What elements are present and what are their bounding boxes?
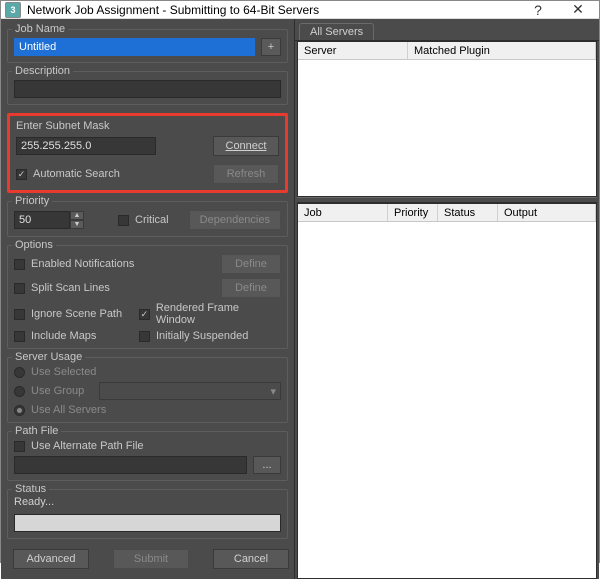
automatic-search-label: Automatic Search (33, 168, 120, 180)
cancel-button[interactable]: Cancel (213, 549, 289, 569)
jobname-add-button[interactable]: + (261, 38, 281, 56)
description-group: Description (7, 71, 288, 105)
servers-header: Server Matched Plugin (298, 42, 596, 60)
description-input[interactable] (14, 80, 281, 98)
jobname-label: Job Name (12, 23, 68, 35)
initially-suspended-label: Initially Suspended (156, 330, 248, 342)
priority-down-icon[interactable]: ▼ (70, 220, 84, 229)
subnet-input[interactable] (16, 137, 156, 155)
jobname-input[interactable] (14, 38, 255, 56)
use-all-label: Use All Servers (31, 404, 106, 416)
jobname-group: Job Name + (7, 29, 288, 63)
server-tabstrip: All Servers (295, 19, 599, 41)
help-button[interactable]: ? (527, 2, 549, 18)
col-priority[interactable]: Priority (388, 204, 438, 221)
enabled-notifications-label: Enabled Notifications (31, 258, 134, 270)
servers-list: Server Matched Plugin (297, 41, 597, 197)
jobs-list-body[interactable] (298, 222, 596, 578)
critical-checkbox[interactable] (118, 215, 129, 226)
col-server[interactable]: Server (298, 42, 408, 59)
enabled-notifications-checkbox[interactable] (14, 259, 25, 270)
path-file-input[interactable] (14, 456, 247, 474)
col-status[interactable]: Status (438, 204, 498, 221)
col-output[interactable]: Output (498, 204, 596, 221)
rendered-frame-checkbox[interactable]: ✓ (139, 309, 150, 320)
jobs-list: Job Priority Status Output (297, 203, 597, 579)
dialog-window: 3 Network Job Assignment - Submitting to… (0, 0, 600, 563)
priority-spinner[interactable]: ▲ ▼ (14, 211, 84, 229)
refresh-button[interactable]: Refresh (213, 164, 279, 184)
window-title: Network Job Assignment - Submitting to 6… (27, 3, 527, 17)
status-progress (14, 514, 281, 532)
server-usage-group: Server Usage Use Selected Use Group ▾ Us… (7, 357, 288, 423)
footer-buttons: Advanced Submit Cancel (7, 541, 288, 573)
include-maps-label: Include Maps (31, 330, 133, 342)
use-group-label: Use Group (31, 385, 93, 397)
options-group: Options Enabled Notifications Define Spl… (7, 245, 288, 349)
connect-button[interactable]: Connect (213, 136, 279, 156)
left-panel: Job Name + Description Enter Subnet Mask (1, 19, 295, 579)
critical-label: Critical (135, 214, 169, 226)
subnet-group-highlighted: Enter Subnet Mask Connect ✓ Automatic Se… (7, 113, 288, 193)
dependencies-button[interactable]: Dependencies (189, 210, 281, 230)
titlebar: 3 Network Job Assignment - Submitting to… (1, 1, 599, 19)
split-scan-label: Split Scan Lines (31, 282, 110, 294)
priority-input[interactable] (14, 211, 70, 229)
priority-group: Priority ▲ ▼ Critical Dependencies (7, 201, 288, 237)
close-button[interactable]: ✕ (567, 1, 589, 18)
path-file-label: Path File (12, 425, 61, 437)
use-alt-path-checkbox[interactable] (14, 441, 25, 452)
status-group: Status Ready... (7, 489, 288, 539)
options-label: Options (12, 239, 56, 251)
use-alt-path-label: Use Alternate Path File (31, 440, 144, 452)
initially-suspended-checkbox[interactable] (139, 331, 150, 342)
status-label: Status (12, 483, 49, 495)
priority-label: Priority (12, 195, 52, 207)
define-notifications-button[interactable]: Define (221, 254, 281, 274)
use-all-radio[interactable] (14, 405, 25, 416)
titlebar-controls: ? ✕ (527, 1, 595, 18)
app-icon: 3 (5, 2, 21, 18)
use-selected-label: Use Selected (31, 366, 96, 378)
rendered-frame-label: Rendered Frame Window (156, 302, 281, 326)
tab-all-servers[interactable]: All Servers (299, 23, 374, 40)
description-label: Description (12, 65, 73, 77)
jobs-header: Job Priority Status Output (298, 204, 596, 222)
servers-list-body[interactable] (298, 60, 596, 196)
col-matched-plugin[interactable]: Matched Plugin (408, 42, 596, 59)
status-text: Ready... (14, 494, 281, 510)
right-panel: All Servers Server Matched Plugin Job Pr… (295, 19, 599, 579)
path-file-group: Path File Use Alternate Path File ... (7, 431, 288, 481)
group-select[interactable]: ▾ (99, 382, 281, 400)
server-usage-label: Server Usage (12, 351, 85, 363)
use-group-radio[interactable] (14, 386, 25, 397)
ignore-scene-checkbox[interactable] (14, 309, 25, 320)
split-scan-checkbox[interactable] (14, 283, 25, 294)
include-maps-checkbox[interactable] (14, 331, 25, 342)
col-job[interactable]: Job (298, 204, 388, 221)
ignore-scene-label: Ignore Scene Path (31, 308, 133, 320)
define-split-button[interactable]: Define (221, 278, 281, 298)
submit-button[interactable]: Submit (113, 549, 189, 569)
priority-up-icon[interactable]: ▲ (70, 211, 84, 220)
automatic-search-checkbox[interactable]: ✓ (16, 169, 27, 180)
subnet-label: Enter Subnet Mask (16, 120, 279, 132)
advanced-button[interactable]: Advanced (13, 549, 89, 569)
use-selected-radio[interactable] (14, 367, 25, 378)
path-file-browse-button[interactable]: ... (253, 456, 281, 474)
dialog-body: Job Name + Description Enter Subnet Mask (1, 19, 599, 579)
